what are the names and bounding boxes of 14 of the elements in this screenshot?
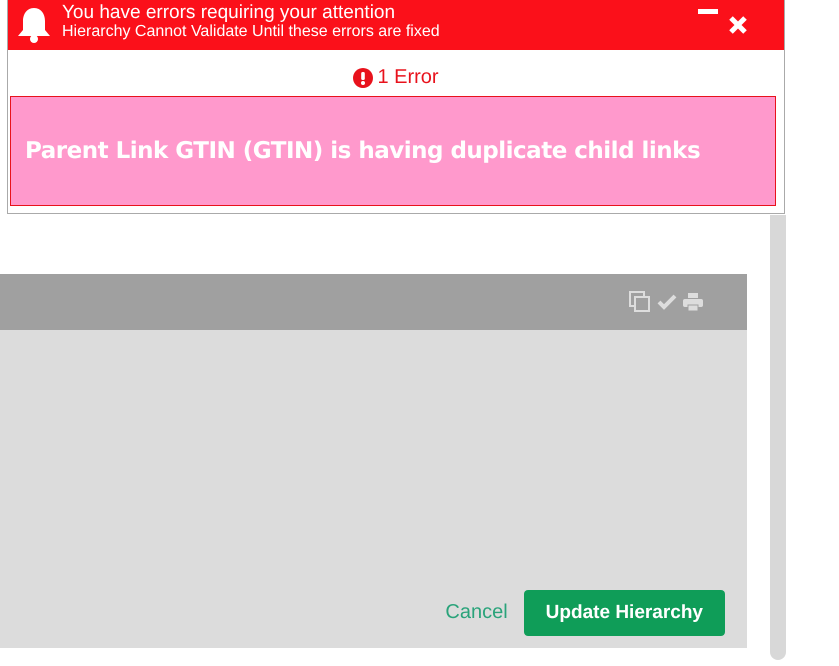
bell-icon [16, 6, 52, 44]
cancel-link[interactable]: Cancel [445, 601, 508, 624]
update-hierarchy-button[interactable]: Update Hierarchy [524, 590, 725, 636]
error-count: 1 Error [377, 66, 439, 89]
copy-icon[interactable] [629, 291, 651, 313]
print-icon[interactable] [683, 293, 703, 311]
scrollbar-thumb[interactable] [770, 215, 786, 660]
minimize-button[interactable] [698, 9, 718, 14]
check-icon[interactable] [657, 294, 677, 310]
popup-title: You have errors requiring your attention [62, 3, 396, 23]
error-message: Parent Link GTIN (GTIN) is having duplicate child links [25, 138, 700, 164]
close-button[interactable] [728, 15, 748, 35]
exclamation-icon [353, 68, 374, 88]
popup-subtitle: Hierarchy Cannot Validate Until these errors are fixed [62, 23, 441, 41]
